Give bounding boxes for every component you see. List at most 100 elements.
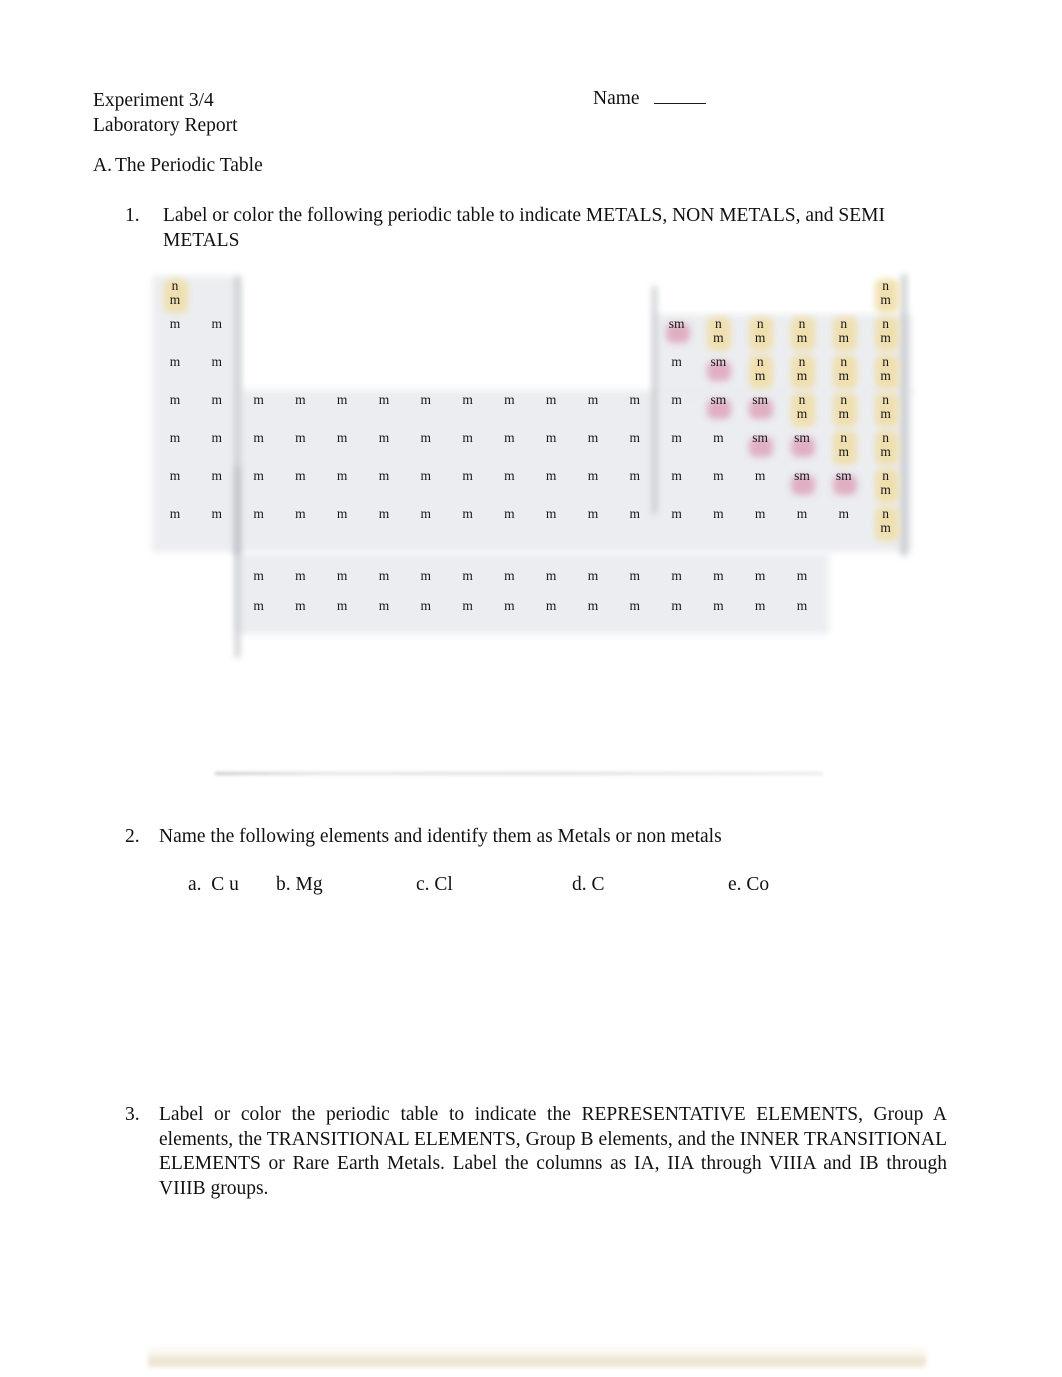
- choice-c[interactable]: c. Cl: [416, 874, 453, 896]
- periodic-cell[interactable]: m: [615, 392, 655, 430]
- periodic-cell[interactable]: sm: [782, 430, 822, 468]
- inner-transition-cell[interactable]: m: [531, 598, 571, 636]
- periodic-cell[interactable]: m: [448, 468, 488, 506]
- periodic-cell[interactable]: m: [280, 506, 320, 544]
- periodic-cell[interactable]: m: [615, 506, 655, 544]
- periodic-cell[interactable]: nm: [740, 354, 780, 392]
- periodic-cell[interactable]: nm: [866, 354, 906, 392]
- periodic-cell[interactable]: m: [239, 506, 279, 544]
- periodic-cell[interactable]: m: [322, 506, 362, 544]
- choice-d[interactable]: d. C: [572, 874, 605, 896]
- periodic-cell[interactable]: m: [406, 430, 446, 468]
- periodic-cell[interactable]: m: [489, 468, 529, 506]
- choice-e[interactable]: e. Co: [728, 874, 769, 896]
- periodic-cell[interactable]: sm: [698, 392, 738, 430]
- periodic-cell[interactable]: m: [197, 430, 237, 468]
- inner-transition-cell[interactable]: m: [573, 598, 613, 636]
- periodic-cell[interactable]: m: [406, 392, 446, 430]
- periodic-cell[interactable]: m: [239, 468, 279, 506]
- periodic-cell[interactable]: m: [364, 430, 404, 468]
- inner-transition-cell[interactable]: m: [322, 598, 362, 636]
- periodic-cell[interactable]: m: [531, 468, 571, 506]
- inner-transition-cell[interactable]: m: [657, 598, 697, 636]
- periodic-cell[interactable]: nm: [866, 316, 906, 354]
- inner-transition-cell[interactable]: m: [489, 598, 529, 636]
- periodic-cell[interactable]: m: [280, 430, 320, 468]
- periodic-cell[interactable]: m: [197, 468, 237, 506]
- periodic-cell[interactable]: m: [489, 506, 529, 544]
- periodic-cell[interactable]: m: [657, 506, 697, 544]
- periodic-cell[interactable]: sm: [698, 354, 738, 392]
- periodic-cell[interactable]: m: [573, 430, 613, 468]
- periodic-cell[interactable]: sm: [740, 392, 780, 430]
- periodic-cell[interactable]: sm: [657, 316, 697, 354]
- periodic-cell[interactable]: nm: [866, 278, 906, 316]
- periodic-cell[interactable]: sm: [824, 468, 864, 506]
- periodic-cell[interactable]: m: [239, 430, 279, 468]
- periodic-cell[interactable]: m: [322, 468, 362, 506]
- periodic-cell[interactable]: m: [531, 430, 571, 468]
- periodic-cell[interactable]: m: [573, 392, 613, 430]
- periodic-cell[interactable]: m: [406, 506, 446, 544]
- periodic-cell[interactable]: nm: [698, 316, 738, 354]
- periodic-cell[interactable]: m: [573, 506, 613, 544]
- periodic-cell[interactable]: m: [698, 430, 738, 468]
- periodic-cell[interactable]: m: [155, 468, 195, 506]
- periodic-cell[interactable]: m: [615, 430, 655, 468]
- periodic-cell[interactable]: m: [322, 430, 362, 468]
- periodic-cell[interactable]: m: [197, 316, 237, 354]
- periodic-cell[interactable]: nm: [824, 392, 864, 430]
- periodic-cell[interactable]: m: [824, 506, 864, 544]
- periodic-cell[interactable]: m: [155, 392, 195, 430]
- periodic-cell[interactable]: m: [155, 354, 195, 392]
- periodic-cell[interactable]: m: [197, 392, 237, 430]
- periodic-cell[interactable]: m: [448, 506, 488, 544]
- choice-a[interactable]: a. C u: [188, 874, 239, 896]
- periodic-cell[interactable]: nm: [824, 316, 864, 354]
- periodic-cell[interactable]: m: [155, 430, 195, 468]
- periodic-cell[interactable]: m: [239, 392, 279, 430]
- periodic-cell[interactable]: m: [489, 430, 529, 468]
- periodic-cell[interactable]: m: [740, 506, 780, 544]
- periodic-cell[interactable]: nm: [866, 430, 906, 468]
- inner-transition-cell[interactable]: m: [239, 598, 279, 636]
- periodic-cell[interactable]: m: [448, 392, 488, 430]
- periodic-cell[interactable]: nm: [782, 316, 822, 354]
- inner-transition-cell[interactable]: m: [615, 598, 655, 636]
- choice-b[interactable]: b. Mg: [276, 874, 323, 896]
- periodic-cell[interactable]: m: [698, 506, 738, 544]
- periodic-cell[interactable]: m: [573, 468, 613, 506]
- periodic-cell[interactable]: m: [448, 430, 488, 468]
- periodic-cell[interactable]: m: [155, 316, 195, 354]
- inner-transition-cell[interactable]: m: [782, 598, 822, 636]
- inner-transition-cell[interactable]: m: [364, 598, 404, 636]
- periodic-cell[interactable]: m: [489, 392, 529, 430]
- periodic-cell[interactable]: m: [740, 468, 780, 506]
- periodic-cell[interactable]: nm: [155, 278, 195, 316]
- periodic-cell[interactable]: m: [197, 506, 237, 544]
- inner-transition-cell[interactable]: m: [740, 598, 780, 636]
- periodic-cell[interactable]: m: [657, 430, 697, 468]
- periodic-cell[interactable]: nm: [782, 392, 822, 430]
- periodic-cell[interactable]: m: [322, 392, 362, 430]
- periodic-table-grid[interactable]: n m n m m m sm n m n m n m n m n m m m m sm n m n m n m n m m m m m m m m m m…: [152, 272, 913, 658]
- periodic-cell[interactable]: m: [782, 506, 822, 544]
- name-blank-line[interactable]: [653, 91, 706, 104]
- periodic-cell[interactable]: m: [531, 392, 571, 430]
- periodic-cell[interactable]: nm: [782, 354, 822, 392]
- periodic-cell[interactable]: nm: [866, 506, 906, 544]
- periodic-cell[interactable]: m: [531, 506, 571, 544]
- periodic-cell[interactable]: sm: [782, 468, 822, 506]
- periodic-cell[interactable]: m: [197, 354, 237, 392]
- periodic-cell[interactable]: m: [364, 506, 404, 544]
- periodic-cell[interactable]: m: [155, 506, 195, 544]
- periodic-cell[interactable]: m: [364, 468, 404, 506]
- periodic-cell[interactable]: nm: [740, 316, 780, 354]
- periodic-cell[interactable]: m: [657, 468, 697, 506]
- periodic-table-figure[interactable]: n m n m m m sm n m n m n m n m n m m m m sm n m n m n m n m m m m m m m m m m…: [152, 272, 913, 658]
- inner-transition-cell[interactable]: m: [406, 598, 446, 636]
- periodic-cell[interactable]: m: [280, 468, 320, 506]
- periodic-cell[interactable]: nm: [866, 392, 906, 430]
- periodic-cell[interactable]: nm: [866, 468, 906, 506]
- periodic-cell[interactable]: m: [657, 392, 697, 430]
